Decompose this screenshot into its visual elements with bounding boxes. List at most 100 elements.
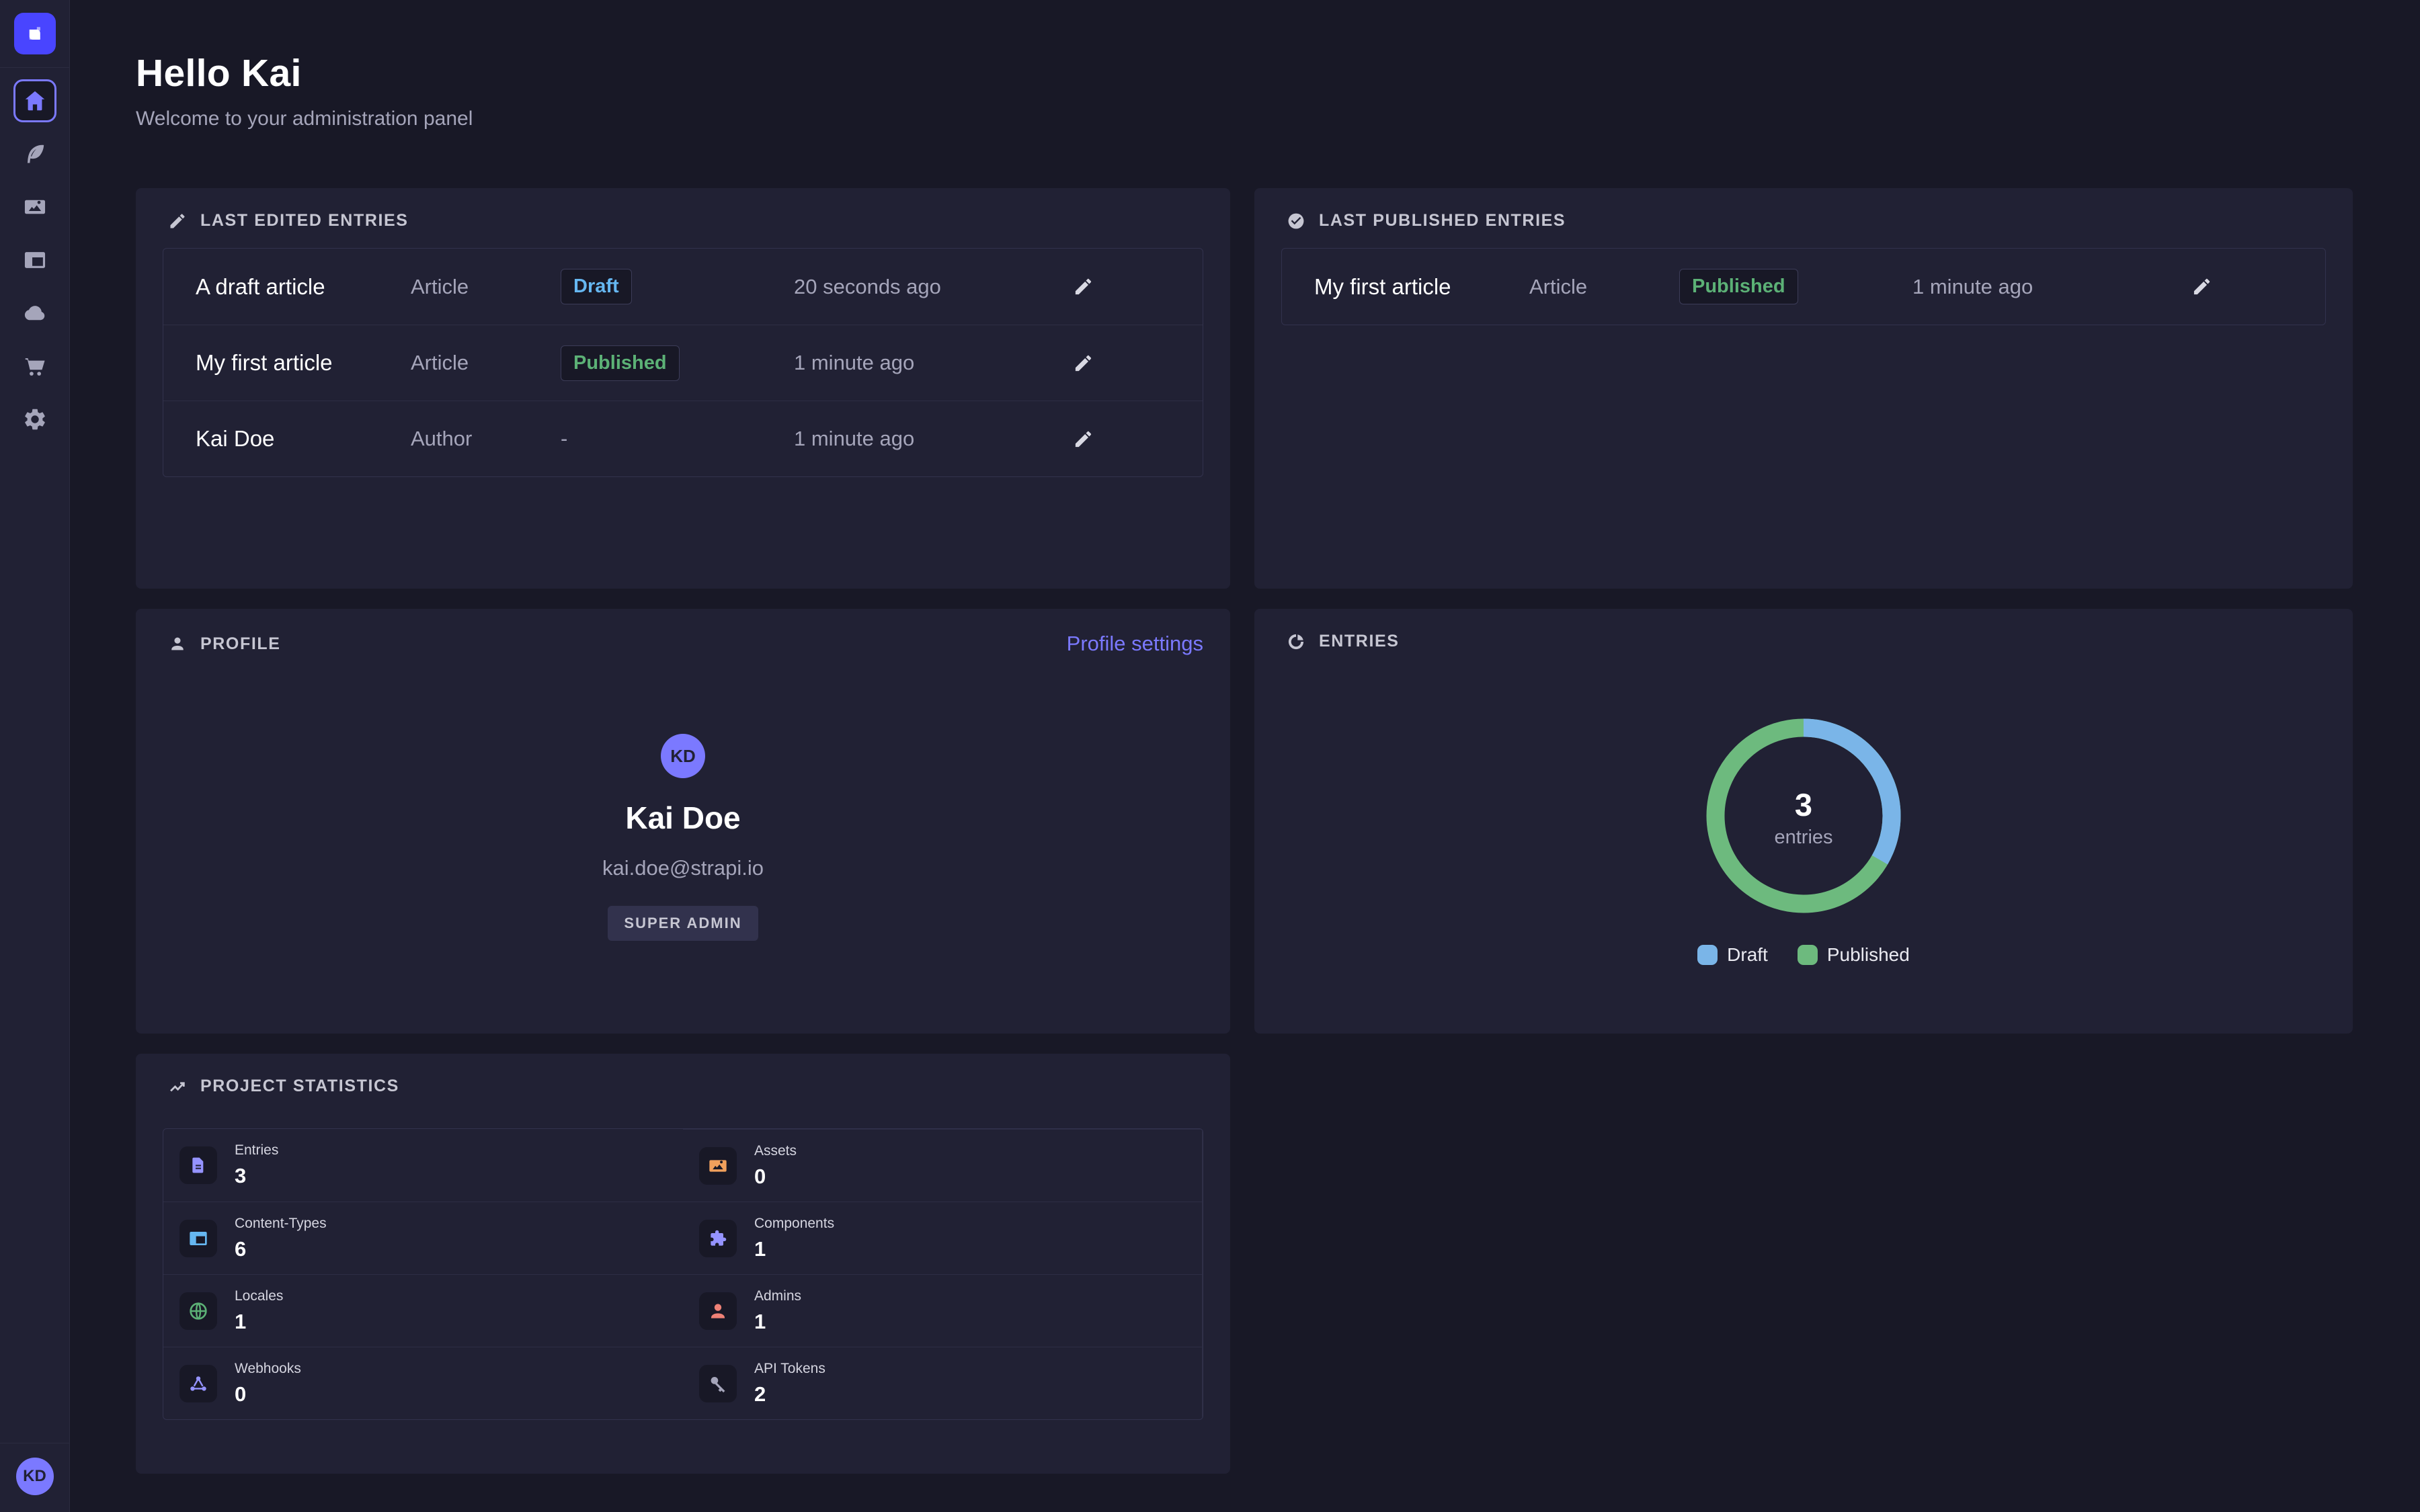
main-content: Hello Kai Welcome to your administration…: [70, 0, 2420, 1474]
stat-value: 0: [754, 1165, 797, 1189]
panel-title: LAST PUBLISHED ENTRIES: [1319, 211, 1566, 230]
stat-text: Content-Types 6: [235, 1216, 327, 1261]
content-types-stat-icon: [188, 1228, 209, 1249]
images-icon: [22, 194, 48, 220]
stat-label: Entries: [235, 1142, 278, 1159]
stat-value: 3: [235, 1164, 278, 1188]
edit-entry-button[interactable]: [1073, 429, 1203, 450]
last-edited-entries-panel: LAST EDITED ENTRIES A draft article Arti…: [136, 188, 1230, 589]
stat-value: 2: [754, 1382, 825, 1406]
sidebar-item-content-type-builder[interactable]: [13, 239, 56, 282]
donut-value: 3: [1795, 786, 1812, 823]
entry-time: 20 seconds ago: [794, 275, 1073, 299]
stat-text: Components 1: [754, 1216, 834, 1261]
stat-text: Locales 1: [235, 1288, 283, 1334]
stat-value: 1: [235, 1310, 283, 1334]
project-statistics-panel: PROJECT STATISTICS Entries 3: [136, 1054, 1230, 1474]
stat-cell: API Tokens 2: [683, 1347, 1203, 1419]
entry-title: My first article: [1314, 274, 1529, 300]
role-badge: SUPER ADMIN: [608, 906, 758, 941]
chart-icon: [1287, 632, 1305, 651]
stat-text: Entries 3: [235, 1142, 278, 1188]
stat-label: Assets: [754, 1143, 797, 1159]
stat-label: Locales: [235, 1288, 283, 1304]
stat-value: 6: [235, 1237, 327, 1261]
stat-label: Webhooks: [235, 1361, 301, 1377]
stat-cell: Admins 1: [683, 1274, 1203, 1347]
stat-label: API Tokens: [754, 1361, 825, 1377]
pencil-icon: [1073, 429, 1094, 450]
donut-center: 3 entries: [1703, 715, 1904, 920]
trending-up-icon: [168, 1077, 187, 1096]
sidebar-item-content-manager[interactable]: [13, 132, 56, 175]
pencil-icon: [1073, 276, 1094, 297]
edit-entry-button[interactable]: [1073, 276, 1203, 297]
user-avatar[interactable]: KD: [16, 1458, 54, 1495]
profile-body: KD Kai Doe kai.doe@strapi.io SUPER ADMIN: [163, 734, 1203, 941]
panel-title: PROFILE: [200, 634, 281, 654]
stat-cell: Assets 0: [683, 1129, 1203, 1202]
stat-label: Content-Types: [235, 1216, 327, 1232]
stat-icon-box: [699, 1365, 737, 1402]
entry-time: 1 minute ago: [794, 427, 1073, 451]
entries-donut-chart: 3 entries: [1703, 715, 1904, 920]
entry-title: Kai Doe: [196, 426, 411, 452]
layout-icon: [22, 247, 48, 273]
donut-label: entries: [1774, 827, 1832, 849]
page-header: Hello Kai Welcome to your administration…: [136, 51, 2353, 130]
stats-grid: Entries 3 Assets 0: [163, 1128, 1203, 1420]
stat-icon-box: [179, 1292, 217, 1330]
sidebar-nav: [13, 68, 56, 441]
panel-title: LAST EDITED ENTRIES: [200, 211, 409, 230]
edit-entry-button[interactable]: [2191, 276, 2325, 297]
stat-text: API Tokens 2: [754, 1361, 825, 1406]
table-row[interactable]: Kai Doe Author - 1 minute ago: [163, 401, 1203, 476]
table-row[interactable]: A draft article Article Draft 20 seconds…: [163, 249, 1203, 325]
stat-label: Components: [754, 1216, 834, 1232]
admins-stat-icon: [707, 1300, 729, 1322]
entry-title: My first article: [196, 350, 411, 376]
project-statistics-header: PROJECT STATISTICS: [163, 1077, 1203, 1096]
strapi-logo-icon: [23, 22, 47, 46]
sidebar-item-cloud[interactable]: [13, 292, 56, 335]
pencil-icon: [2191, 276, 2212, 297]
table-row[interactable]: My first article Article Published 1 min…: [163, 325, 1203, 401]
strapi-logo[interactable]: [14, 13, 56, 54]
sidebar-item-media-library[interactable]: [13, 185, 56, 228]
stat-text: Webhooks 0: [235, 1361, 301, 1406]
status-badge: Draft: [561, 269, 632, 304]
edit-entry-button[interactable]: [1073, 353, 1203, 374]
stat-cell: Webhooks 0: [163, 1347, 683, 1419]
page-title: Hello Kai: [136, 51, 2353, 95]
assets-stat-icon: [707, 1155, 729, 1177]
stat-text: Admins 1: [754, 1288, 801, 1334]
entry-status-cell: Published: [561, 345, 794, 381]
sidebar: KD: [0, 0, 70, 1512]
last-published-table: My first article Article Published 1 min…: [1281, 248, 2326, 325]
entry-kind: Author: [411, 427, 561, 451]
sidebar-item-marketplace[interactable]: [13, 345, 56, 388]
stat-value: 0: [235, 1382, 301, 1406]
profile-settings-link[interactable]: Profile settings: [1067, 632, 1203, 656]
stat-text: Assets 0: [754, 1143, 797, 1189]
profile-panel: PROFILE Profile settings KD Kai Doe kai.…: [136, 609, 1230, 1034]
table-row[interactable]: My first article Article Published 1 min…: [1282, 249, 2325, 325]
pencil-icon: [168, 212, 187, 230]
sidebar-item-settings[interactable]: [13, 398, 56, 441]
entry-time: 1 minute ago: [794, 351, 1073, 375]
profile-header: PROFILE Profile settings: [163, 632, 1203, 656]
profile-email: kai.doe@strapi.io: [602, 856, 764, 880]
legend-chip: [1697, 945, 1718, 965]
stat-cell: Content-Types 6: [163, 1202, 683, 1274]
last-edited-table: A draft article Article Draft 20 seconds…: [163, 248, 1203, 477]
stat-value: 1: [754, 1237, 834, 1261]
last-published-entries-panel: LAST PUBLISHED ENTRIES My first article …: [1254, 188, 2353, 589]
legend-label: Draft: [1727, 944, 1768, 966]
panel-title: PROJECT STATISTICS: [200, 1077, 399, 1096]
entries-stat-icon: [188, 1154, 209, 1176]
sidebar-item-home[interactable]: [13, 79, 56, 122]
stat-value: 1: [754, 1310, 801, 1334]
legend-item-Published: Published: [1798, 944, 1910, 966]
entry-time: 1 minute ago: [1912, 275, 2191, 299]
entry-kind: Article: [1529, 275, 1679, 299]
